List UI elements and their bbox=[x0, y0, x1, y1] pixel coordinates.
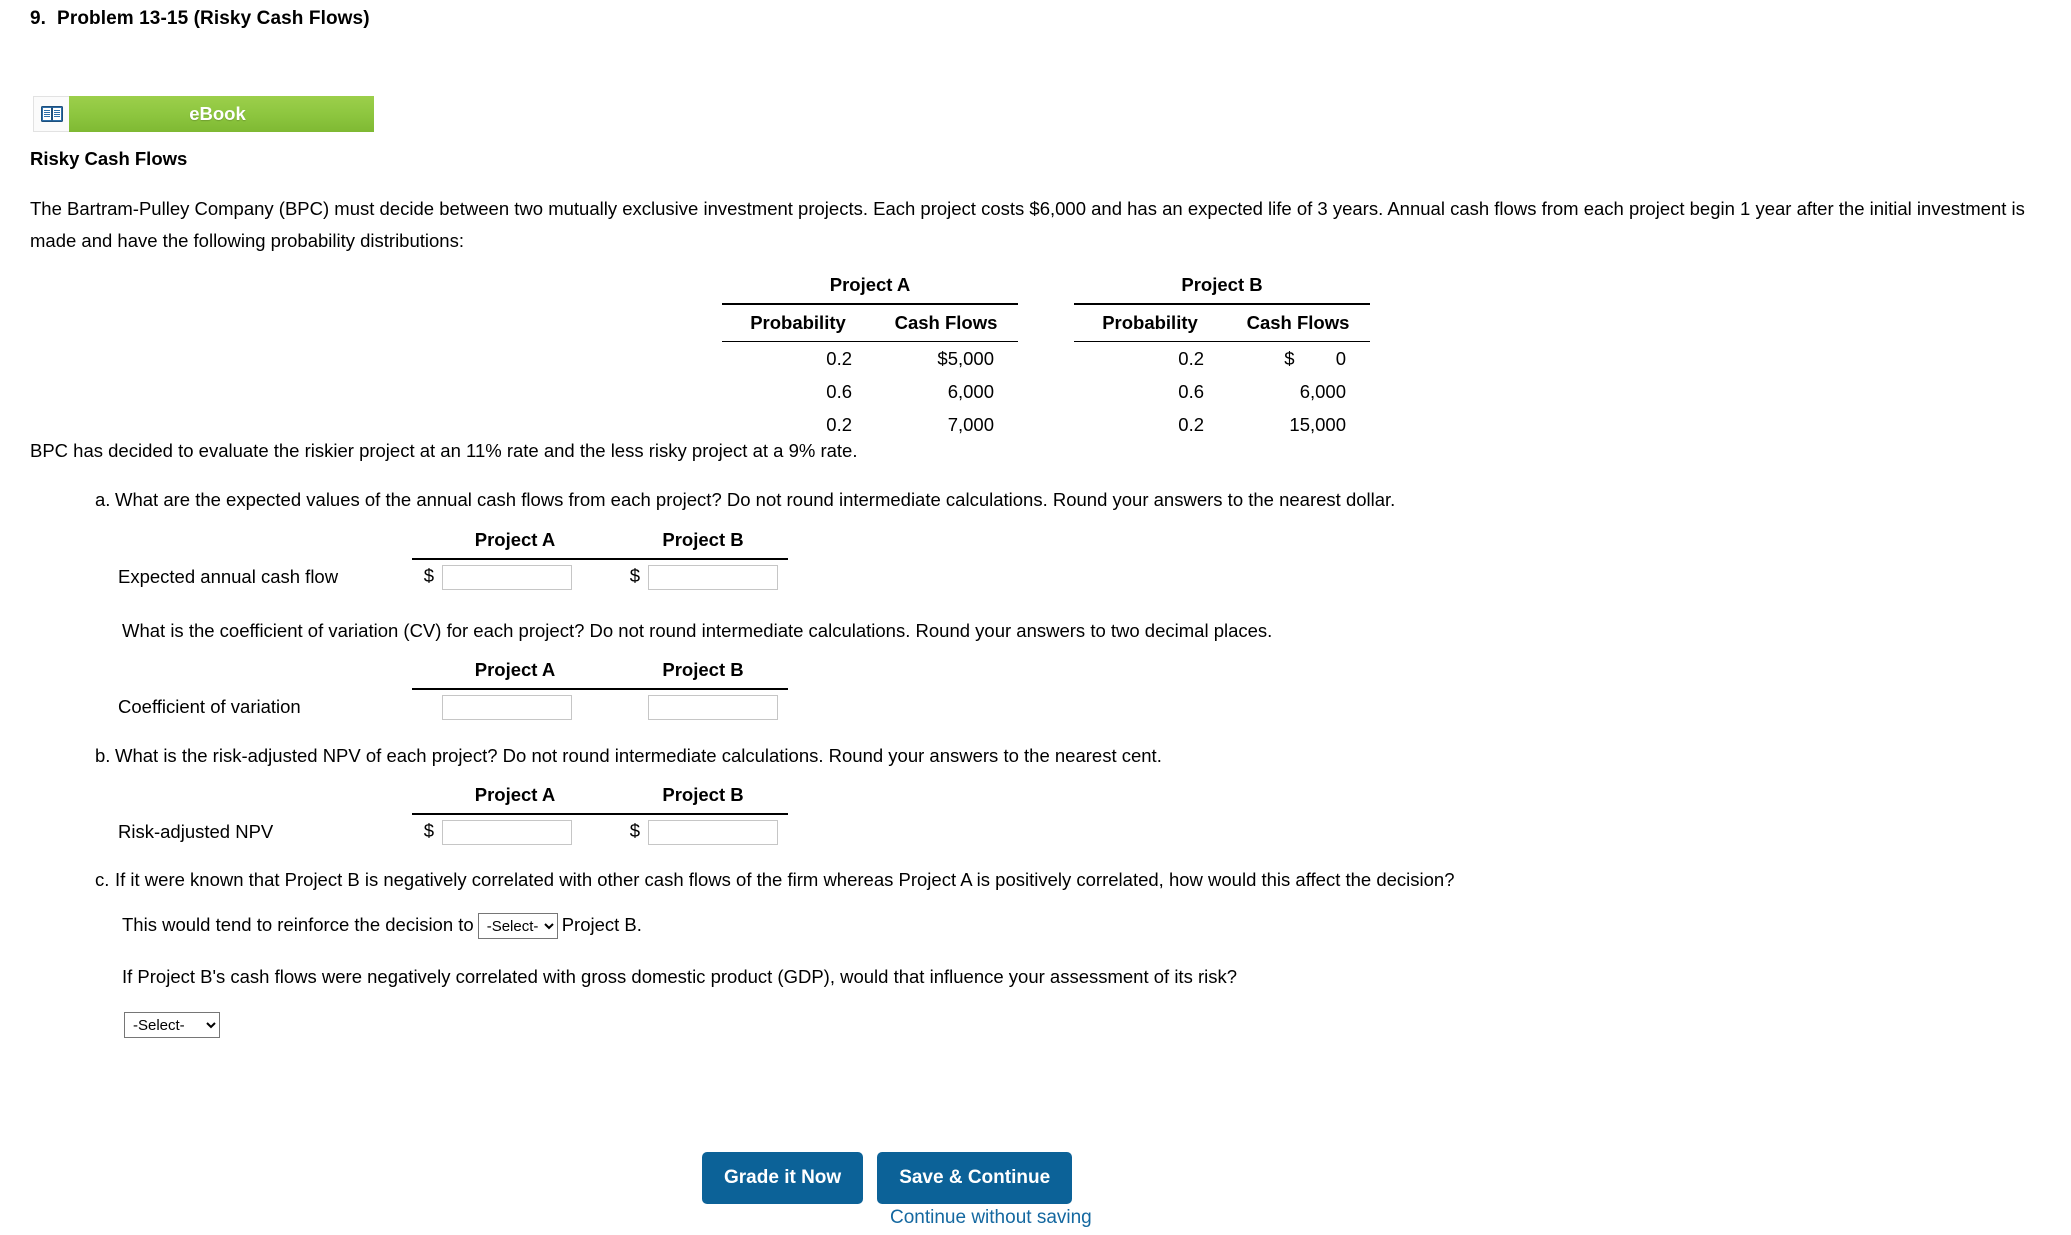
answer-table-expected-cash-flow: Project A Project B Expected annual cash… bbox=[118, 528, 788, 594]
table-row: 0.2 7,000 bbox=[722, 408, 1018, 441]
question-coefficient-of-variation: What is the coefficient of variation (CV… bbox=[122, 620, 1273, 641]
discount-rate-statement: BPC has decided to evaluate the riskier … bbox=[30, 440, 858, 461]
question-b: b. What is the risk-adjusted NPV of each … bbox=[95, 745, 1162, 767]
answer-table-coefficient-of-variation: Project A Project B Coefficient of varia… bbox=[118, 658, 788, 724]
answer-col-header-project-b: Project B bbox=[618, 528, 788, 560]
table-row: Expected annual cash flow $ $ bbox=[118, 559, 788, 594]
cell-cash-flow: 7,000 bbox=[947, 413, 994, 435]
table-row: 0.2 15,000 bbox=[1074, 408, 1370, 441]
answer-col-header-project-b: Project B bbox=[618, 658, 788, 690]
reinforce-suffix: Project B. bbox=[561, 913, 642, 935]
currency-symbol: $ bbox=[423, 564, 434, 586]
project-a-title: Project A bbox=[722, 272, 1018, 305]
column-header-cash-flows: Cash Flows bbox=[1226, 304, 1370, 342]
distribution-tables: Project A Probability Cash Flows 0.2 $5,… bbox=[722, 272, 1370, 441]
distribution-table-project-b: Project B Probability Cash Flows 0.2 $ 0… bbox=[1074, 272, 1370, 441]
save-and-continue-button[interactable]: Save & Continue bbox=[877, 1152, 1073, 1204]
book-icon[interactable] bbox=[33, 96, 69, 132]
ebook-label: eBook bbox=[189, 103, 246, 124]
section-heading: Risky Cash Flows bbox=[30, 148, 188, 169]
expected-cash-flow-a-input[interactable] bbox=[442, 564, 572, 590]
row-label-coefficient-of-variation: Coefficient of variation bbox=[118, 695, 301, 717]
cell-probability: 0.2 bbox=[1178, 347, 1204, 369]
answer-col-header-project-a: Project A bbox=[412, 783, 618, 815]
answer-col-header-project-a: Project A bbox=[412, 658, 618, 690]
table-row: Coefficient of variation bbox=[118, 689, 788, 724]
cell-cash-flow: $ 0 bbox=[1284, 347, 1346, 369]
column-header-probability: Probability bbox=[722, 304, 874, 342]
gdp-answer-select[interactable]: -Select- Yes No bbox=[124, 1012, 220, 1038]
intro-paragraph: The Bartram-Pulley Company (BPC) must de… bbox=[30, 198, 2025, 251]
reinforce-decision-select[interactable]: -Select- accept reject bbox=[477, 913, 558, 939]
expected-cash-flow-b-input[interactable] bbox=[648, 564, 778, 590]
currency-symbol: $ bbox=[629, 819, 640, 841]
coefficient-of-variation-b-input[interactable] bbox=[648, 694, 778, 720]
problem-number: 9. bbox=[30, 8, 47, 29]
table-row: 0.2 $ 0 bbox=[1074, 342, 1370, 376]
ebook-button[interactable]: eBook bbox=[33, 96, 374, 132]
question-a: a. What are the expected values of the an… bbox=[95, 489, 1395, 511]
reinforce-decision-line: This would tend to reinforce the decisio… bbox=[122, 913, 642, 939]
gdp-question-text: If Project B's cash flows were negativel… bbox=[122, 966, 1238, 987]
cell-cash-flow: 6,000 bbox=[947, 380, 994, 402]
table-row: 0.6 6,000 bbox=[722, 375, 1018, 408]
question-c: c. If it were known that Project B is neg… bbox=[95, 869, 1455, 891]
cell-cash-flow: $5,000 bbox=[937, 347, 994, 369]
page-title: 9. Problem 13-15 (Risky Cash Flows) bbox=[30, 8, 370, 30]
row-label-risk-adjusted-npv: Risk-adjusted NPV bbox=[118, 820, 274, 842]
risk-adjusted-npv-b-input[interactable] bbox=[648, 819, 778, 845]
cell-probability: 0.6 bbox=[826, 380, 852, 402]
answer-col-header-project-a: Project A bbox=[412, 528, 618, 560]
table-row: 0.2 $5,000 bbox=[722, 342, 1018, 376]
question-c-text: If it were known that Project B is negat… bbox=[115, 869, 1455, 890]
column-header-probability: Probability bbox=[1074, 304, 1226, 342]
project-b-title: Project B bbox=[1074, 272, 1370, 305]
answer-col-header-project-b: Project B bbox=[618, 783, 788, 815]
cell-probability: 0.2 bbox=[1178, 413, 1204, 435]
question-c-letter: c. bbox=[95, 869, 110, 890]
footer-buttons: Grade it Now Save & Continue bbox=[702, 1152, 1073, 1204]
reinforce-prefix: This would tend to reinforce the decisio… bbox=[122, 913, 474, 935]
gdp-answer-select-wrapper: -Select- Yes No bbox=[124, 1012, 220, 1038]
question-b-text: What is the risk-adjusted NPV of each pr… bbox=[115, 745, 1162, 766]
question-b-letter: b. bbox=[95, 745, 111, 766]
coefficient-of-variation-a-input[interactable] bbox=[442, 694, 572, 720]
question-a-letter: a. bbox=[95, 489, 111, 510]
continue-without-saving-link[interactable]: Continue without saving bbox=[890, 1207, 1092, 1229]
cell-probability: 0.2 bbox=[826, 413, 852, 435]
column-header-cash-flows: Cash Flows bbox=[874, 304, 1018, 342]
currency-symbol: $ bbox=[629, 564, 640, 586]
cell-probability: 0.2 bbox=[826, 347, 852, 369]
table-row: 0.6 6,000 bbox=[1074, 375, 1370, 408]
grade-it-now-button[interactable]: Grade it Now bbox=[702, 1152, 864, 1204]
table-row: Risk-adjusted NPV $ $ bbox=[118, 814, 788, 849]
risk-adjusted-npv-a-input[interactable] bbox=[442, 819, 572, 845]
answer-table-risk-adjusted-npv: Project A Project B Risk-adjusted NPV $ … bbox=[118, 783, 788, 849]
currency-symbol: $ bbox=[423, 819, 434, 841]
distribution-table-project-a: Project A Probability Cash Flows 0.2 $5,… bbox=[722, 272, 1018, 441]
cell-probability: 0.6 bbox=[1178, 380, 1204, 402]
problem-title-text: Problem 13-15 (Risky Cash Flows) bbox=[57, 8, 370, 29]
question-a-text: What are the expected values of the annu… bbox=[115, 489, 1396, 510]
problem-page: 9. Problem 13-15 (Risky Cash Flows) eBoo… bbox=[0, 0, 2071, 1235]
row-label-expected-cash-flow: Expected annual cash flow bbox=[118, 565, 339, 587]
ebook-bar[interactable]: eBook bbox=[69, 96, 374, 132]
cell-cash-flow: 6,000 bbox=[1299, 380, 1346, 402]
cell-cash-flow: 15,000 bbox=[1289, 413, 1346, 435]
